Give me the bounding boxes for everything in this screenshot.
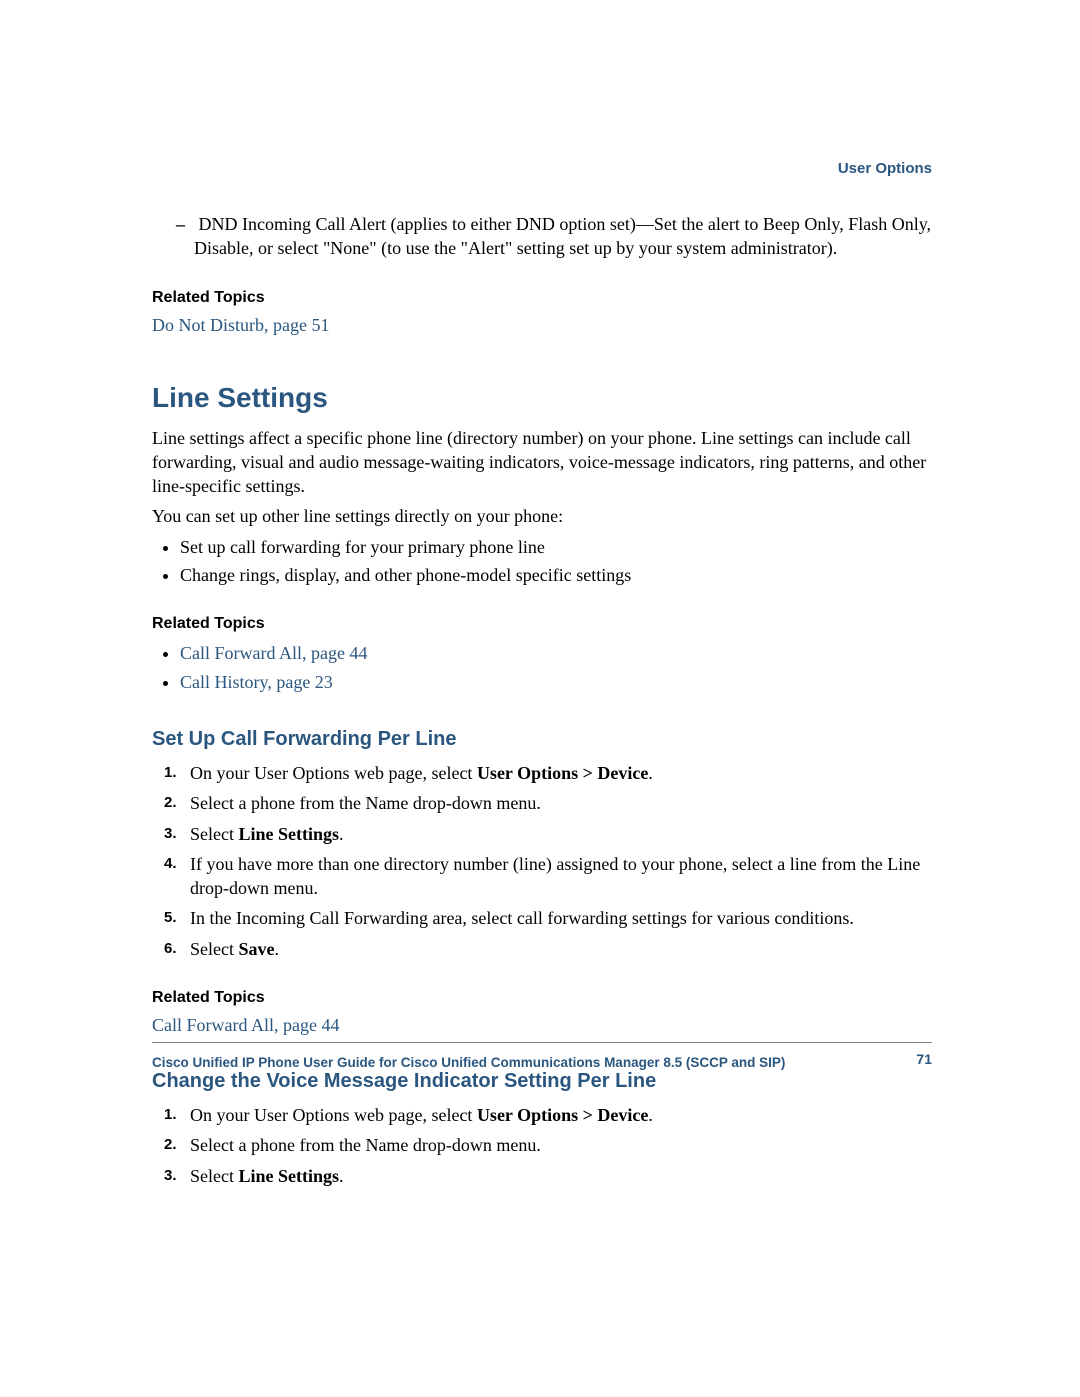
step-item: Select Line Settings.: [190, 1164, 932, 1188]
dash-icon: –: [176, 212, 194, 236]
step-item: Select Save.: [190, 937, 932, 961]
list-item: Call Forward All, page 44: [180, 641, 932, 665]
related-topics-heading: Related Topics: [152, 989, 932, 1007]
footer-page-number: 71: [916, 1051, 932, 1067]
step-item: Select a phone from the Name drop-down m…: [190, 1133, 932, 1157]
related-topics-heading: Related Topics: [152, 615, 932, 633]
step-item: Select a phone from the Name drop-down m…: [190, 791, 932, 815]
step-item: On your User Options web page, select Us…: [190, 1103, 932, 1127]
link-call-forward-all[interactable]: Call Forward All, page 44: [180, 643, 367, 663]
dnd-subbullet: – DND Incoming Call Alert (applies to ei…: [194, 212, 932, 261]
related-links-list: Call Forward All, page 44 Call History, …: [180, 641, 932, 694]
page-footer: Cisco Unified IP Phone User Guide for Ci…: [152, 1042, 932, 1072]
link-do-not-disturb[interactable]: Do Not Disturb, page 51: [152, 315, 932, 336]
setup-cf-steps: On your User Options web page, select Us…: [152, 761, 932, 961]
step-item: If you have more than one directory numb…: [190, 852, 932, 901]
related-topics-heading: Related Topics: [152, 289, 932, 307]
setup-cf-heading: Set Up Call Forwarding Per Line: [152, 728, 932, 751]
step-item: On your User Options web page, select Us…: [190, 761, 932, 785]
step-item: Select Line Settings.: [190, 822, 932, 846]
line-settings-heading: Line Settings: [152, 382, 932, 414]
change-vmi-steps: On your User Options web page, select Us…: [152, 1103, 932, 1188]
line-settings-p2: You can set up other line settings direc…: [152, 504, 932, 528]
page-header-section: User Options: [838, 160, 932, 177]
dnd-subbullet-text: DND Incoming Call Alert (applies to eith…: [194, 214, 931, 258]
change-vmi-heading: Change the Voice Message Indicator Setti…: [152, 1070, 932, 1093]
line-settings-bullets: Set up call forwarding for your primary …: [180, 535, 932, 588]
footer-title: Cisco Unified IP Phone User Guide for Ci…: [152, 1055, 785, 1070]
list-item: Call History, page 23: [180, 670, 932, 694]
page-content: User Options – DND Incoming Call Alert (…: [152, 160, 932, 1194]
list-item: Set up call forwarding for your primary …: [180, 535, 932, 559]
link-call-history[interactable]: Call History, page 23: [180, 672, 333, 692]
list-item: Change rings, display, and other phone-m…: [180, 563, 932, 587]
line-settings-p1: Line settings affect a specific phone li…: [152, 426, 932, 499]
step-item: In the Incoming Call Forwarding area, se…: [190, 906, 932, 930]
link-call-forward-all[interactable]: Call Forward All, page 44: [152, 1015, 932, 1036]
